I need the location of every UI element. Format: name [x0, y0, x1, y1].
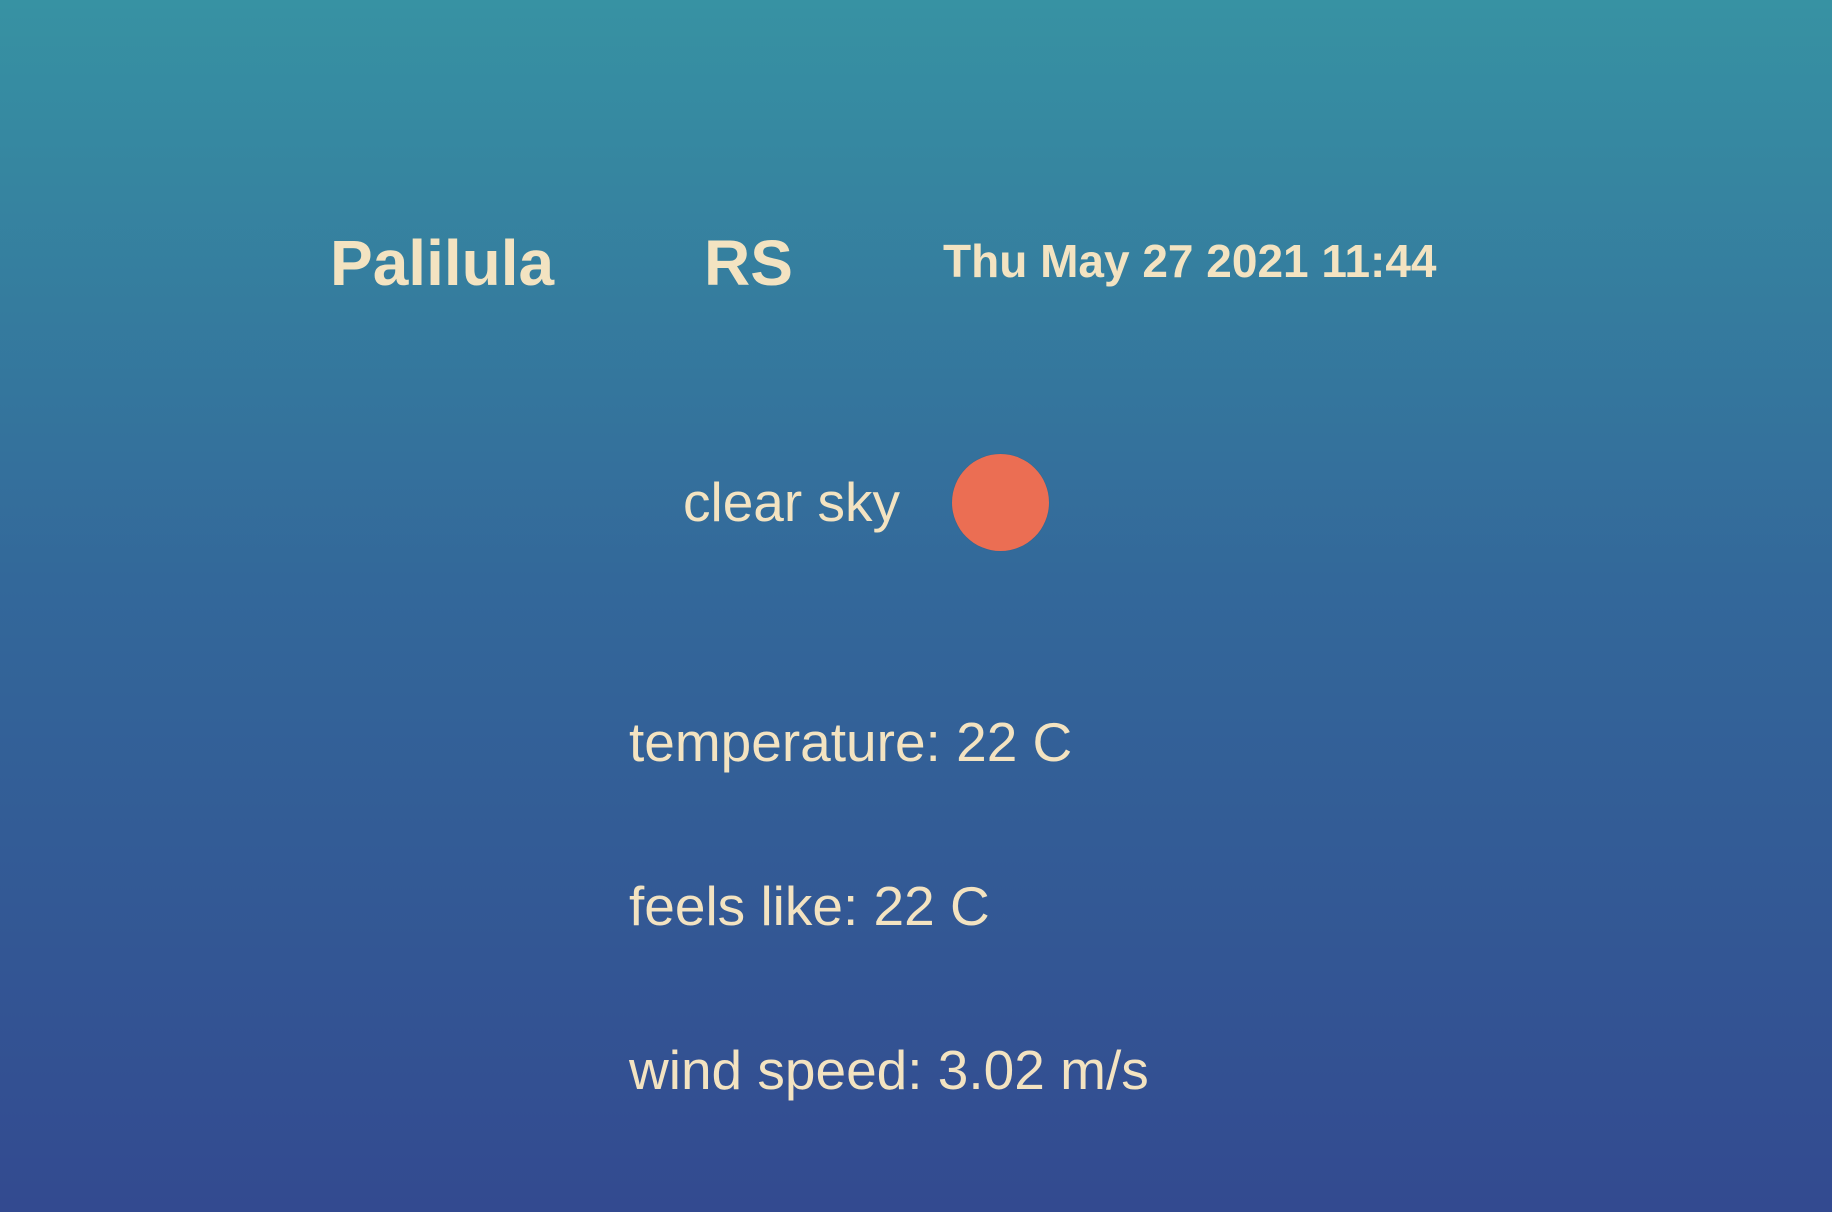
sun-icon — [952, 453, 1049, 551]
temperature-reading: temperature: 22 C — [629, 711, 1073, 773]
wind-speed-reading: wind speed: 3.02 m/s — [629, 1039, 1149, 1101]
weather-summary: clear sky — [683, 453, 1049, 551]
feels-like-reading: feels like: 22 C — [629, 875, 990, 937]
city-name: Palilula — [330, 227, 555, 299]
weather-description: clear sky — [683, 471, 900, 533]
country-code: RS — [704, 227, 793, 299]
date-time: Thu May 27 2021 11:44 — [943, 235, 1437, 287]
